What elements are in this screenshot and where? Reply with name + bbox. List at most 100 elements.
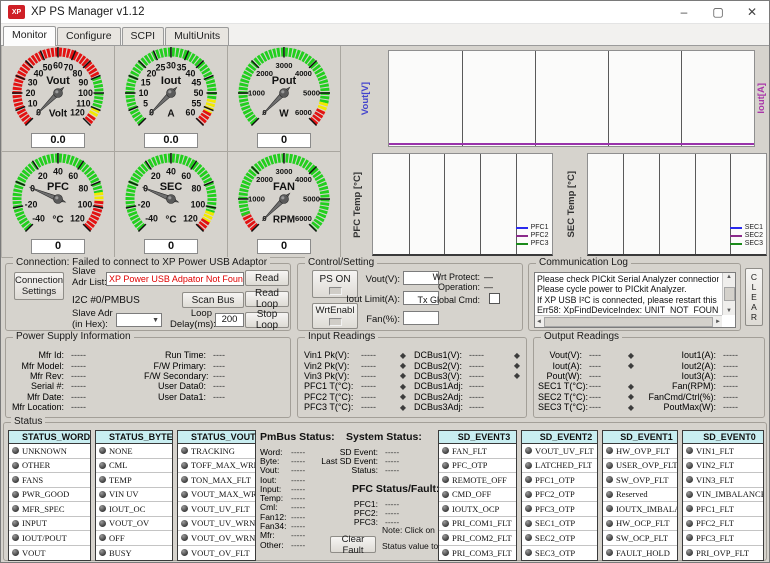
read-button[interactable]: Read: [245, 270, 289, 286]
status-row[interactable]: NONE: [96, 444, 172, 459]
status-row[interactable]: REMOTE_OFF: [439, 473, 516, 488]
status-row[interactable]: SEC2_OTP: [522, 531, 597, 546]
status-row[interactable]: PFC2_OTP: [522, 488, 597, 503]
fan-setting-input[interactable]: [403, 311, 439, 325]
bus-label: I2C #0/PMBUS: [72, 295, 140, 306]
stop-loop-button[interactable]: Stop Loop: [245, 312, 289, 328]
scroll-left-icon[interactable]: ◄: [536, 319, 542, 325]
clear-log-button[interactable]: C L E A R: [745, 268, 763, 326]
output-readings-group: Output Readings Vout(V):----◆Iout(A):---…: [533, 337, 765, 418]
tab-multiunits[interactable]: MultiUnits: [165, 27, 229, 45]
status-row[interactable]: TOFF_MAX_WRN: [178, 459, 255, 474]
status-row[interactable]: IOUT_OC: [96, 502, 172, 517]
scroll-right-icon[interactable]: ►: [715, 319, 721, 325]
status-row[interactable]: PRI_OVP_FLT: [683, 546, 763, 561]
status-row[interactable]: VOUT: [9, 546, 90, 561]
field-label: DCBus1(V):: [414, 350, 464, 360]
status-row[interactable]: PFC3_FLT: [683, 531, 763, 546]
status-row[interactable]: PWR_GOOD: [9, 488, 90, 503]
status-row[interactable]: USER_OVP_FLT: [603, 459, 677, 474]
status-row[interactable]: UNKNOWN: [9, 444, 90, 459]
status-row[interactable]: VOUT_OV: [96, 517, 172, 532]
vertical-scrollbar[interactable]: ▲▼: [722, 273, 735, 315]
horizontal-scrollbar[interactable]: ◄►: [535, 315, 722, 327]
minimize-button[interactable]: –: [667, 1, 701, 23]
status-row[interactable]: VOUT_MAX_WRN: [178, 488, 255, 503]
led-indicator: [442, 447, 449, 454]
scrollbar-thumb[interactable]: [724, 287, 735, 301]
status-row[interactable]: VIN_IMBALANCE: [683, 488, 763, 503]
led-indicator: [525, 520, 532, 527]
status-row[interactable]: VOUT_OV_WRN: [178, 531, 255, 546]
status-row[interactable]: PRI_COM3_FLT: [439, 546, 516, 561]
status-row[interactable]: IOUTX_IMBALA..: [603, 502, 677, 517]
status-row[interactable]: SW_OCP_FLT: [603, 531, 677, 546]
status-row[interactable]: PRI_COM2_FLT: [439, 531, 516, 546]
status-row[interactable]: IOUT/POUT: [9, 531, 90, 546]
status-row[interactable]: Reserved: [603, 488, 677, 503]
scrollbar-thumb[interactable]: [544, 317, 713, 327]
status-row[interactable]: PRI_COM1_FLT: [439, 517, 516, 532]
loop-delay-input[interactable]: 200: [215, 313, 244, 327]
status-row[interactable]: HW_OCP_FLT: [603, 517, 677, 532]
status-row[interactable]: BUSY: [96, 546, 172, 561]
status-row[interactable]: MFR_SPEC: [9, 502, 90, 517]
status-row[interactable]: SW_OVP_FLT: [603, 473, 677, 488]
status-row[interactable]: CML: [96, 459, 172, 474]
field-row: PFC2:-----: [340, 508, 436, 517]
connection-settings-button[interactable]: Connection Settings: [14, 272, 64, 300]
status-row[interactable]: TRACKING: [178, 444, 255, 459]
tab-configure[interactable]: Configure: [57, 27, 121, 45]
status-row[interactable]: VIN UV: [96, 488, 172, 503]
diamond-indicator: ◆: [508, 371, 520, 380]
status-row[interactable]: SEC3_OTP: [522, 546, 597, 561]
status-row[interactable]: PFC2_FLT: [683, 517, 763, 532]
led-indicator: [181, 462, 188, 469]
field-value: -----: [723, 371, 738, 381]
status-row[interactable]: INPUT: [9, 517, 90, 532]
status-row[interactable]: VOUT_UV_FLT: [178, 502, 255, 517]
status-row-label: FAN_FLT: [452, 446, 487, 456]
status-row[interactable]: FAULT_HOLD: [603, 546, 677, 561]
read-loop-button[interactable]: Read Loop: [245, 291, 289, 307]
slave-adr-dropdown[interactable]: ▼: [116, 313, 162, 327]
status-row[interactable]: OFF: [96, 531, 172, 546]
field-row: PFC3 T(°C):-----◆: [304, 402, 406, 412]
status-row[interactable]: FAN_FLT: [439, 444, 516, 459]
field-row: Vin1 Pk(V):-----◆: [304, 350, 406, 360]
maximize-button[interactable]: ▢: [701, 1, 735, 23]
close-button[interactable]: ✕: [735, 1, 769, 23]
scroll-down-icon[interactable]: ▼: [726, 308, 732, 314]
status-row[interactable]: OTHER: [9, 459, 90, 474]
field-value: -----: [469, 361, 484, 371]
scan-bus-button[interactable]: Scan Bus: [182, 292, 244, 308]
status-row[interactable]: PFC1_OTP: [522, 473, 597, 488]
adaptor-status-field[interactable]: XP Power USB Adpator Not Found: [106, 272, 244, 286]
status-row[interactable]: PFC_OTP: [439, 459, 516, 474]
status-row[interactable]: VOUT_UV_WRN: [178, 517, 255, 532]
status-row[interactable]: PFC3_OTP: [522, 502, 597, 517]
status-row[interactable]: TEMP: [96, 473, 172, 488]
scroll-up-icon[interactable]: ▲: [726, 274, 732, 280]
status-row[interactable]: VIN1_FLT: [683, 444, 763, 459]
status-row[interactable]: TON_MAX_FLT: [178, 473, 255, 488]
status-row[interactable]: PFC1_FLT: [683, 502, 763, 517]
tab-monitor[interactable]: Monitor: [3, 26, 56, 46]
status-row[interactable]: IOUTX_OCP: [439, 502, 516, 517]
status-row[interactable]: VIN2_FLT: [683, 459, 763, 474]
field-value: ----: [213, 381, 225, 391]
clear-fault-button[interactable]: Clear Fault: [330, 536, 376, 553]
status-row[interactable]: SEC1_OTP: [522, 517, 597, 532]
status-row[interactable]: LATCHED_FLT: [522, 459, 597, 474]
status-row[interactable]: HW_OVP_FLT: [603, 444, 677, 459]
status-row[interactable]: FANS: [9, 473, 90, 488]
status-row[interactable]: VOUT_UV_FLT: [522, 444, 597, 459]
status-row[interactable]: VIN3_FLT: [683, 473, 763, 488]
tab-scpi[interactable]: SCPI: [122, 27, 165, 45]
tx-global-cmd-checkbox[interactable]: [489, 293, 500, 304]
status-row[interactable]: CMD_OFF: [439, 488, 516, 503]
svg-text:120: 120: [70, 107, 85, 117]
comm-log-box[interactable]: Please check PICkit Serial Analyzer conn…: [534, 272, 736, 328]
svg-text:6000: 6000: [295, 108, 312, 117]
status-row[interactable]: VOUT_OV_FLT: [178, 546, 255, 561]
